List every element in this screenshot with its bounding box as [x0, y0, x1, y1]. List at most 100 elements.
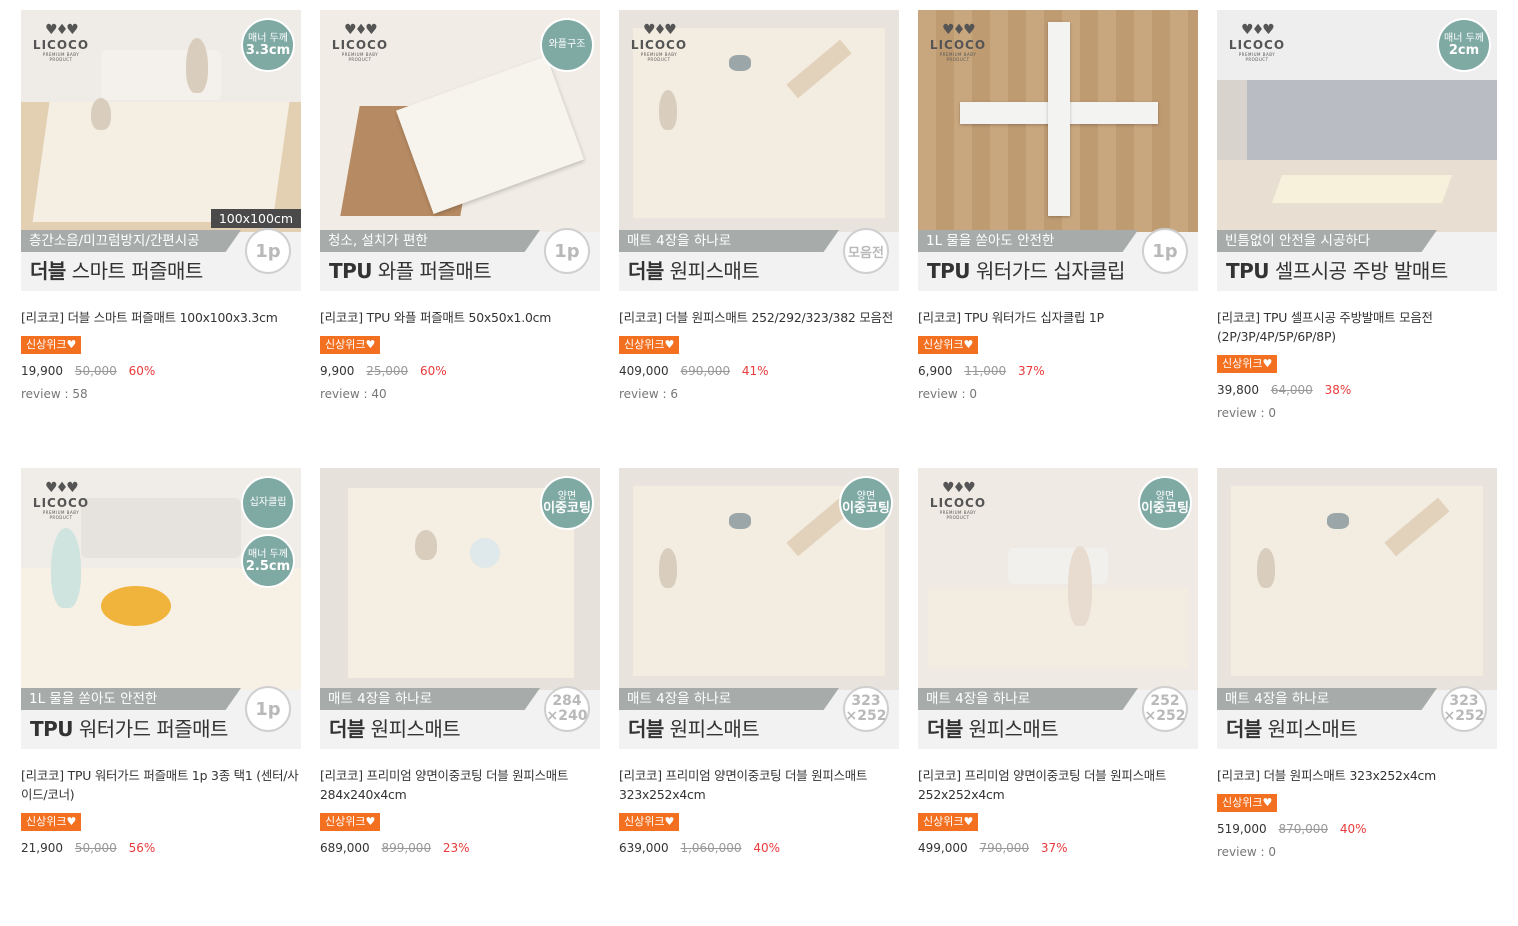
price-row: 499,000 790,000 37% — [918, 841, 1198, 855]
banner-title-bold: 더블 — [628, 259, 664, 283]
badge-label: 십자클립 — [249, 497, 287, 508]
product-thumbnail[interactable]: ♥♦♥ LICOCO PREMIUM BABY PRODUCT 십자클립 매너 두께 2.… — [21, 468, 301, 749]
licoco-logo: ♥♦♥ LICOCO PREMIUM BABY PRODUCT — [929, 480, 987, 520]
discount-percent: 40% — [753, 841, 781, 855]
sale-price: 9,900 — [320, 364, 355, 378]
product-card[interactable]: ♥♦♥ LICOCO PREMIUM BABY PRODUCT 양면 이중코팅 매트 4… — [918, 468, 1198, 926]
original-price: 1,060,000 — [680, 841, 742, 855]
banner-title-bold: 더블 — [628, 717, 664, 741]
product-card[interactable]: ♥♦♥ LICOCO PREMIUM BABY PRODUCT 와플구조 청소, 설치… — [320, 10, 600, 468]
pack-circle: 1p — [544, 228, 590, 274]
new-week-tag: 신상위크♥ — [320, 813, 381, 831]
badge-value: 이중코팅 — [543, 501, 591, 516]
price-row: 21,900 50,000 56% — [21, 841, 301, 855]
banner-title: TPU 워터가드 십자클립 — [927, 255, 1125, 284]
price-row: 409,000 690,000 41% — [619, 364, 899, 378]
banner-title: TPU 와플 퍼즐매트 — [329, 255, 492, 284]
logo-tagline: PREMIUM BABY PRODUCT — [42, 52, 80, 62]
product-card[interactable]: ♥♦♥ LICOCO PREMIUM BABY PRODUCT 매트 4장을 하나로… — [619, 10, 899, 468]
banner-subtitle: 매트 4장을 하나로 — [1217, 688, 1437, 710]
product-thumbnail[interactable]: ♥♦♥ LICOCO PREMIUM BABY PRODUCT 매너 두께 2cm 빈틈… — [1217, 10, 1497, 291]
product-card[interactable]: 양면 이중코팅 매트 4장을 하나로 더블 원피스매트 323 ×252 [리코코]… — [619, 468, 899, 926]
banner-title-rest: 와플 퍼즐매트 — [372, 259, 492, 283]
banner-subtitle: 매트 4장을 하나로 — [320, 688, 540, 710]
product-thumbnail[interactable]: 양면 이중코팅 매트 4장을 하나로 더블 원피스매트 323 ×252 — [619, 468, 899, 749]
product-title[interactable]: [리코코] 더블 스마트 퍼즐매트 100x100x3.3cm — [21, 308, 301, 327]
licoco-logo: ♥♦♥ LICOCO PREMIUM BABY PRODUCT — [32, 480, 90, 520]
banner-title-bold: 더블 — [30, 259, 66, 283]
banner-subtitle: 매트 4장을 하나로 — [619, 688, 839, 710]
logo-word: LICOCO — [32, 38, 90, 52]
product-card[interactable]: ♥♦♥ LICOCO PREMIUM BABY PRODUCT 매너 두께 3.3cm 1… — [21, 10, 301, 468]
logo-tagline: PREMIUM BABY PRODUCT — [1238, 52, 1276, 62]
product-thumbnail[interactable]: ♥♦♥ LICOCO PREMIUM BABY PRODUCT 와플구조 청소, 설치… — [320, 10, 600, 291]
feature-badge: 매너 두께 2cm — [1439, 20, 1489, 70]
discount-percent: 37% — [1040, 841, 1068, 855]
product-thumbnail[interactable]: ♥♦♥ LICOCO PREMIUM BABY PRODUCT 양면 이중코팅 매트 4… — [918, 468, 1198, 749]
thumbnail-banner: 매트 4장을 하나로 더블 원피스매트 323 ×252 — [1217, 686, 1497, 749]
product-card[interactable]: 양면 이중코팅 매트 4장을 하나로 더블 원피스매트 284 ×240 [리코코]… — [320, 468, 600, 926]
logo-tagline: PREMIUM BABY PRODUCT — [640, 52, 678, 62]
banner-subtitle: 매트 4장을 하나로 — [918, 688, 1138, 710]
product-title[interactable]: [리코코] 프리미엄 양면이중코팅 더블 원피스매트 284x240x4cm — [320, 766, 600, 804]
original-price: 870,000 — [1278, 822, 1329, 836]
sale-price: 39,800 — [1217, 383, 1259, 397]
product-title[interactable]: [리코코] 더블 원피스매트 323x252x4cm — [1217, 766, 1497, 785]
product-card[interactable]: ♥♦♥ LICOCO PREMIUM BABY PRODUCT 1L 물을 쏟아도 … — [918, 10, 1198, 468]
new-week-tag: 신상위크♥ — [918, 336, 979, 354]
logo-word: LICOCO — [630, 38, 688, 52]
thumbnail-banner: 매트 4장을 하나로 더블 원피스매트 284 ×240 — [320, 686, 600, 749]
thumbnail-banner: 1L 물을 쏟아도 안전한 TPU 워터가드 퍼즐매트 1p — [21, 686, 301, 749]
product-thumbnail[interactable]: ♥♦♥ LICOCO PREMIUM BABY PRODUCT 1L 물을 쏟아도 … — [918, 10, 1198, 291]
new-week-tag: 신상위크♥ — [21, 336, 82, 354]
banner-title-rest: 워터가드 십자클립 — [970, 259, 1126, 283]
product-title[interactable]: [리코코] TPU 셀프시공 주방발매트 모음전 (2P/3P/4P/5P/6P… — [1217, 308, 1497, 346]
original-price: 50,000 — [74, 841, 117, 855]
product-title[interactable]: [리코코] TPU 와플 퍼즐매트 50x50x1.0cm — [320, 308, 600, 327]
sale-price: 689,000 — [320, 841, 370, 855]
banner-title-bold: TPU — [30, 717, 74, 741]
product-thumbnail[interactable]: 양면 이중코팅 매트 4장을 하나로 더블 원피스매트 284 ×240 — [320, 468, 600, 749]
thumbnail-banner: 층간소음/미끄럼방지/간편시공 더블 스마트 퍼즐매트 1p — [21, 228, 301, 291]
product-title[interactable]: [리코코] TPU 워터가드 십자클립 1P — [918, 308, 1198, 327]
dim-b: ×252 — [845, 708, 887, 724]
new-week-tag: 신상위크♥ — [619, 813, 680, 831]
sale-price: 499,000 — [918, 841, 968, 855]
logo-word: LICOCO — [331, 38, 389, 52]
logo-tagline: PREMIUM BABY PRODUCT — [939, 510, 977, 520]
sale-price: 639,000 — [619, 841, 669, 855]
original-price: 50,000 — [74, 364, 117, 378]
product-title[interactable]: [리코코] TPU 워터가드 퍼즐매트 1p 3종 택1 (센터/사이드/코너) — [21, 766, 301, 804]
product-card[interactable]: 매트 4장을 하나로 더블 원피스매트 323 ×252 [리코코] 더블 원피스… — [1217, 468, 1497, 926]
badge-value: 이중코팅 — [842, 501, 890, 516]
product-card[interactable]: ♥♦♥ LICOCO PREMIUM BABY PRODUCT 매너 두께 2cm 빈틈… — [1217, 10, 1497, 468]
licoco-logo: ♥♦♥ LICOCO PREMIUM BABY PRODUCT — [630, 22, 688, 62]
dim-b: ×240 — [546, 708, 588, 724]
badge-label: 와플구조 — [548, 39, 586, 50]
dim-a: 284 — [552, 693, 582, 709]
product-thumbnail[interactable]: ♥♦♥ LICOCO PREMIUM BABY PRODUCT 매너 두께 3.3cm 1… — [21, 10, 301, 291]
feature-badge: 매너 두께 3.3cm — [243, 20, 293, 70]
product-photo — [1217, 468, 1497, 690]
product-title[interactable]: [리코코] 더블 원피스매트 252/292/323/382 모음전 — [619, 308, 899, 327]
product-thumbnail[interactable]: ♥♦♥ LICOCO PREMIUM BABY PRODUCT 매트 4장을 하나로… — [619, 10, 899, 291]
badge-value: 이중코팅 — [1141, 501, 1189, 516]
banner-title: 더블 스마트 퍼즐매트 — [30, 255, 203, 284]
product-thumbnail[interactable]: 매트 4장을 하나로 더블 원피스매트 323 ×252 — [1217, 468, 1497, 749]
banner-title-rest: 원피스매트 — [663, 259, 760, 283]
product-title[interactable]: [리코코] 프리미엄 양면이중코팅 더블 원피스매트 252x252x4cm — [918, 766, 1198, 804]
banner-title-bold: TPU — [329, 259, 373, 283]
product-card[interactable]: ♥♦♥ LICOCO PREMIUM BABY PRODUCT 십자클립 매너 두께 2.… — [21, 468, 301, 926]
banner-title-bold: TPU — [927, 259, 971, 283]
dim-b: ×252 — [1443, 708, 1485, 724]
product-title[interactable]: [리코코] 프리미엄 양면이중코팅 더블 원피스매트 323x252x4cm — [619, 766, 899, 804]
sale-price: 519,000 — [1217, 822, 1267, 836]
pack-circle: 1p — [245, 228, 291, 274]
feature-badge: 양면 이중코팅 — [841, 478, 891, 528]
banner-title: 더블 원피스매트 — [927, 713, 1059, 742]
dim-a: 323 — [1449, 693, 1479, 709]
new-week-tag: 신상위크♥ — [918, 813, 979, 831]
review-count: review : 6 — [619, 387, 678, 401]
feature-badge: 십자클립 — [243, 478, 293, 528]
logo-word: LICOCO — [1228, 38, 1286, 52]
